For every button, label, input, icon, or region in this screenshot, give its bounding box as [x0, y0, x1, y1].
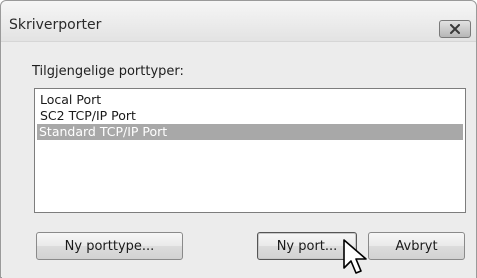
- pointer-cursor-icon: [343, 239, 367, 274]
- printer-ports-dialog: Skriverporter Tilgjengelige porttyper: L…: [0, 0, 477, 278]
- list-item-sc2-tcpip-port[interactable]: SC2 TCP/IP Port: [38, 108, 136, 124]
- close-icon: [450, 24, 460, 34]
- list-item-standard-tcpip-port[interactable]: Standard TCP/IP Port: [37, 124, 463, 140]
- close-button[interactable]: [439, 20, 471, 38]
- list-item-local-port[interactable]: Local Port: [38, 92, 101, 108]
- port-types-listbox[interactable]: Local Port SC2 TCP/IP Port Standard TCP/…: [34, 88, 466, 213]
- available-port-types-label: Tilgjengelige porttyper:: [32, 64, 184, 79]
- window-title: Skriverporter: [9, 17, 102, 33]
- cancel-button[interactable]: Avbryt: [368, 232, 465, 260]
- title-bar: Skriverporter: [1, 1, 476, 42]
- new-port-type-button[interactable]: Ny porttype...: [36, 232, 183, 260]
